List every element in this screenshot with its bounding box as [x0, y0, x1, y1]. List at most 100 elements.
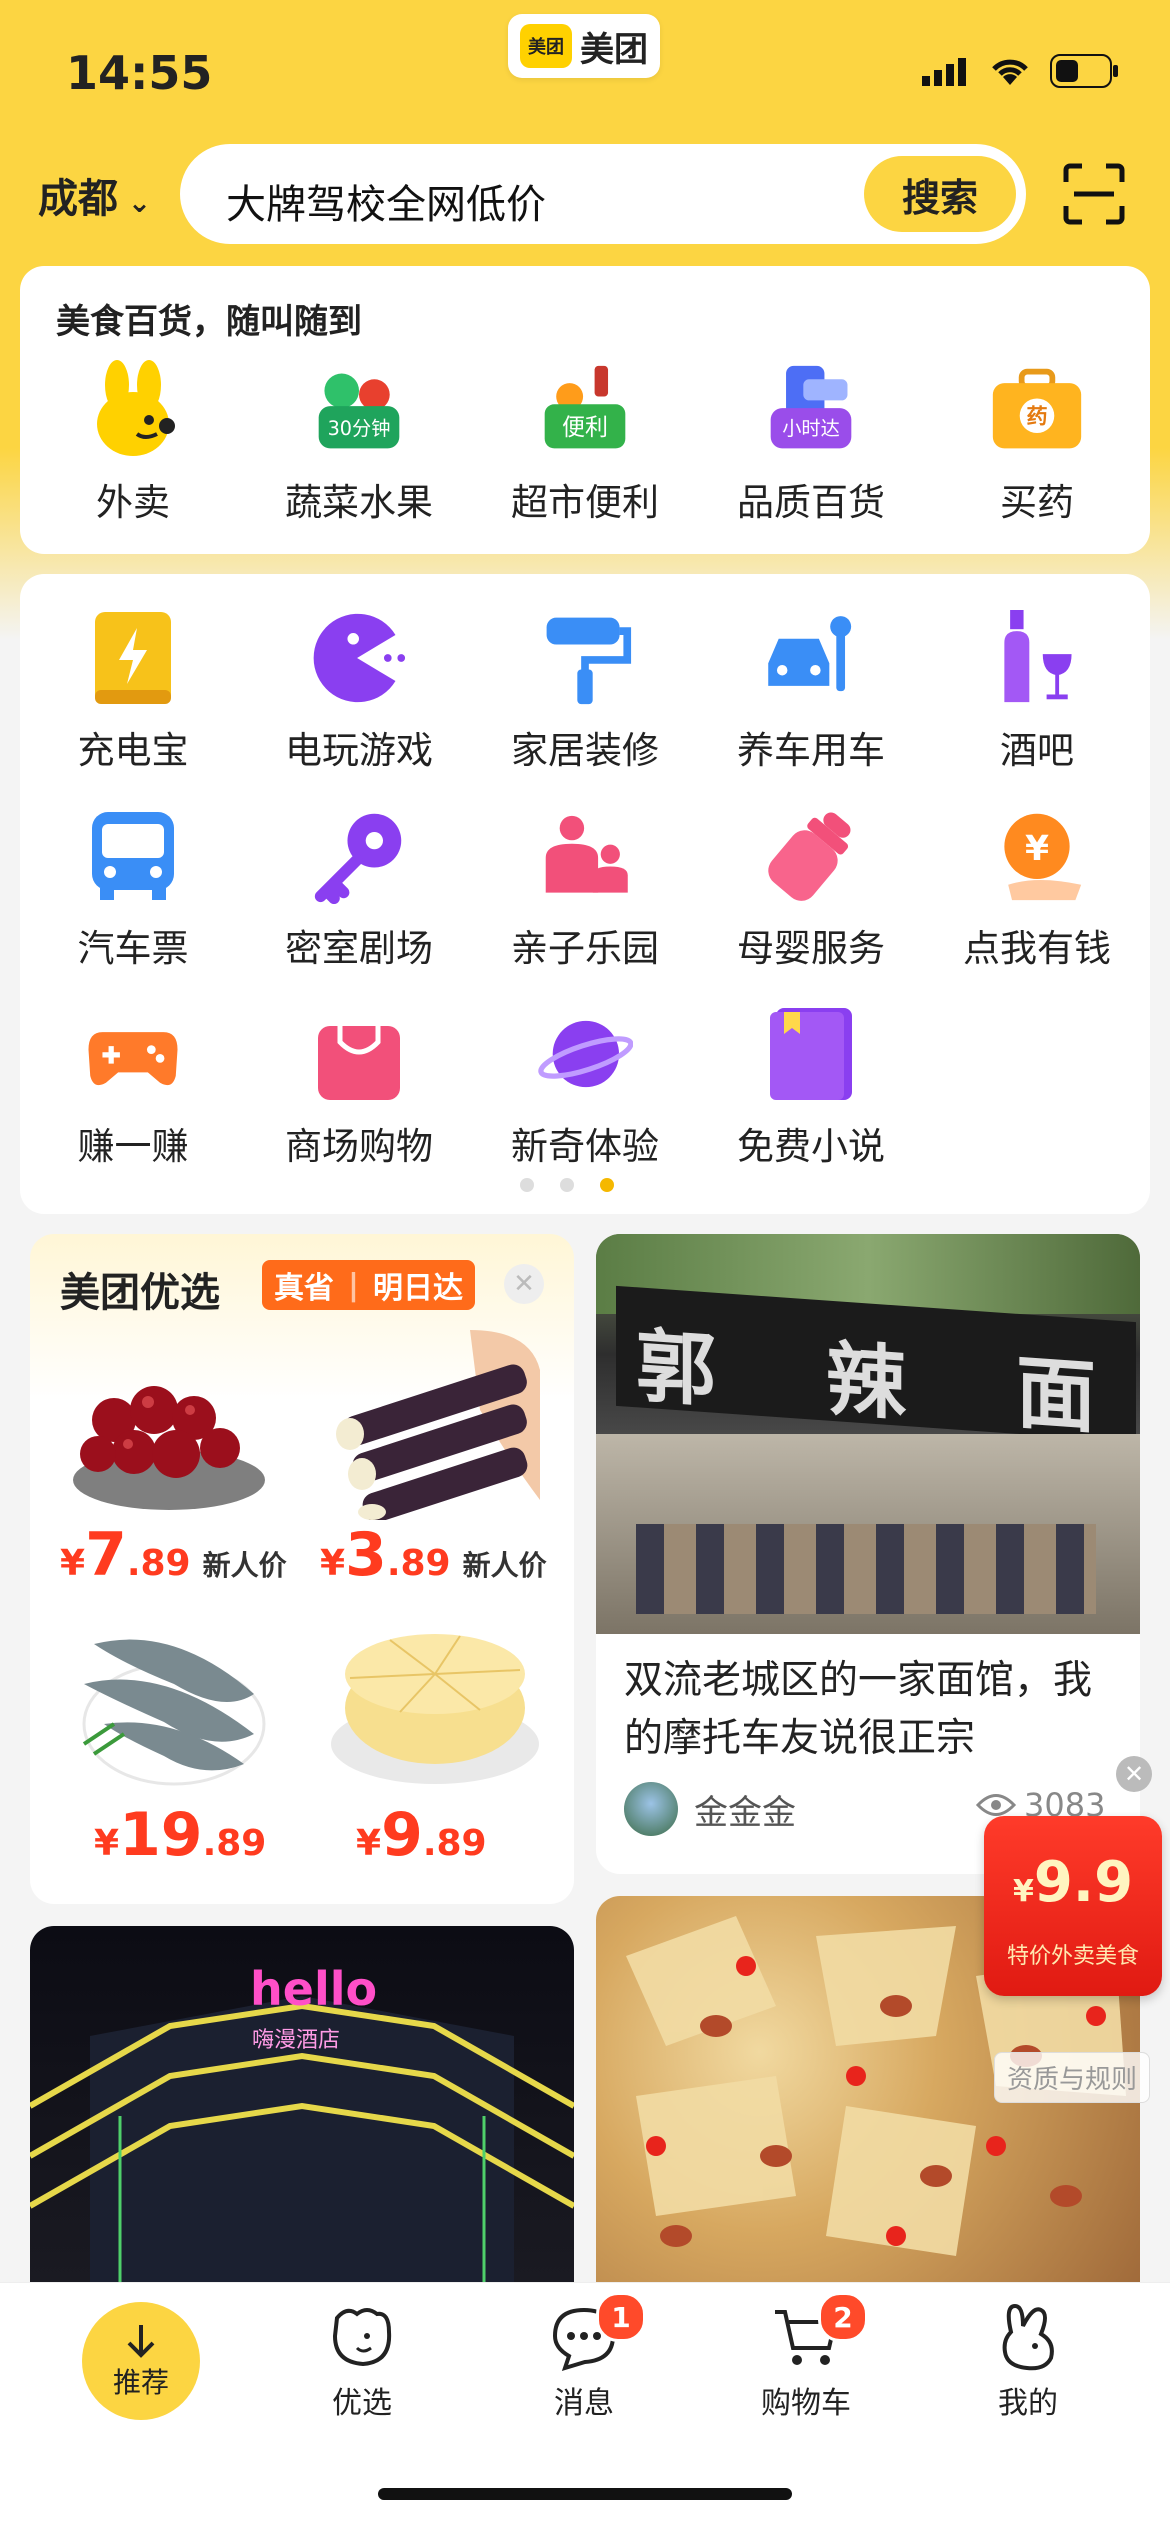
service-earn[interactable]: 赚一赚 — [20, 1004, 246, 1170]
department-store-icon: 小时达 — [770, 365, 852, 449]
service-label: 赚一赚 — [77, 1125, 189, 1168]
page-indicator — [520, 1178, 614, 1192]
service-bus-ticket[interactable]: 汽车票 — [20, 806, 246, 972]
close-icon[interactable]: ✕ — [504, 1264, 544, 1304]
youxuan-mascot-icon — [332, 2308, 392, 2367]
shopping-bag-icon — [318, 1026, 400, 1100]
youxuan-tags: 真省 | 明日达 — [262, 1260, 475, 1310]
post-card[interactable]: 郭 辣 面 双流老城区的一家面馆，我的摩托车友说很正宗 金金金 3083 — [596, 1234, 1140, 1874]
status-icons — [922, 54, 1120, 88]
pacman-icon — [313, 613, 406, 703]
post-title: 双流老城区的一家面馆，我的摩托车友说很正宗 — [624, 1658, 1093, 1761]
cart-badge: 2 — [818, 2292, 868, 2342]
product-shrimp-image — [82, 1639, 266, 1786]
svg-text:药: 药 — [1026, 403, 1047, 428]
tab-cart[interactable]: 购物车 — [706, 2302, 906, 2422]
tab-label: 优选 — [332, 2386, 392, 2421]
hotel-sign: hello — [250, 1962, 378, 2016]
avatar — [624, 1782, 678, 1836]
eye-icon — [976, 1794, 1016, 1816]
service-games[interactable]: 电玩游戏 — [246, 608, 472, 774]
tab-label: 我的 — [998, 2386, 1058, 2421]
status-time: 14:55 — [66, 46, 213, 100]
service-label: 酒吧 — [1000, 729, 1074, 772]
post-author[interactable]: 金金金 — [624, 1782, 796, 1836]
service-maternity[interactable]: 母婴服务 — [698, 806, 924, 972]
chevron-down-icon: ⌄ — [118, 186, 152, 219]
tag-next-day: 明日达 — [372, 1271, 463, 1306]
scan-icon[interactable] — [1062, 162, 1126, 226]
svg-text:¥: ¥ — [1025, 829, 1049, 869]
product-price: ¥7.89 新人价 — [60, 1520, 287, 1590]
rules-link[interactable]: 资质与规则 — [994, 2052, 1151, 2103]
brand-name: 美团 — [580, 29, 648, 70]
product-sugarcane-image — [336, 1330, 540, 1520]
service-bar[interactable]: 酒吧 — [924, 608, 1150, 774]
city-selector[interactable]: 成都 ⌄ — [38, 166, 151, 224]
service-label: 充电宝 — [77, 729, 189, 772]
book-icon — [770, 1008, 852, 1100]
youxuan-title: 美团优选 — [60, 1270, 220, 1316]
service-label: 电玩游戏 — [285, 729, 433, 772]
baby-bottle-icon — [768, 812, 851, 901]
product-cherries-image — [73, 1386, 265, 1510]
tab-label: 消息 — [554, 2386, 614, 2421]
services-card: 充电宝 电玩游戏 家居装修 养车用车 酒吧 汽车票 密室剧场 亲子乐园 母婴服务… — [20, 574, 1150, 1214]
tab-youxuan[interactable]: 优选 — [262, 2302, 462, 2422]
post-photo: 郭 辣 面 — [596, 1234, 1140, 1634]
service-label: 母婴服务 — [737, 927, 885, 970]
promo-close-icon[interactable]: ✕ — [1116, 1756, 1152, 1792]
quick-item-label: 品质百货 — [737, 481, 885, 524]
quick-item-vegetables[interactable]: 30分钟 蔬菜水果 — [246, 360, 472, 526]
search-bar[interactable]: 大牌驾校全网低价 搜索 — [180, 144, 1026, 244]
service-power-bank[interactable]: 充电宝 — [20, 608, 246, 774]
search-button[interactable]: 搜索 — [864, 156, 1016, 232]
brand-badge: 美团 美团 — [508, 14, 660, 78]
power-bank-icon — [95, 612, 171, 704]
car-wrench-icon — [768, 616, 852, 692]
tab-recommend[interactable]: 推荐 — [82, 2302, 200, 2420]
food-card-title: 美食百货，随叫随到 — [56, 302, 362, 342]
search-input[interactable]: 大牌驾校全网低价 — [226, 172, 546, 230]
service-earn-money[interactable]: ¥ 点我有钱 — [924, 806, 1150, 972]
service-label: 点我有钱 — [963, 927, 1111, 970]
gamepad-icon — [88, 1032, 178, 1086]
product-durian-cake-image — [331, 1634, 539, 1784]
svg-text:小时达: 小时达 — [782, 417, 840, 440]
service-novel-experience[interactable]: 新奇体验 — [472, 1004, 698, 1170]
service-escape-room[interactable]: 密室剧场 — [246, 806, 472, 972]
hotel-subsign: 嗨漫酒店 — [252, 2028, 341, 2053]
product-price: ¥9.89 — [356, 1800, 487, 1870]
tab-mine[interactable]: 我的 — [928, 2302, 1128, 2422]
supermarket-basket-icon: 便利 — [544, 365, 626, 449]
quick-item-waimai[interactable]: 外卖 — [20, 360, 246, 526]
service-free-novel[interactable]: 免费小说 — [698, 1004, 924, 1170]
service-label: 免费小说 — [737, 1125, 885, 1168]
bus-icon — [92, 812, 174, 900]
service-home-decor[interactable]: 家居装修 — [472, 608, 698, 774]
quick-item-department-store[interactable]: 小时达 品质百货 — [698, 360, 924, 526]
key-icon — [314, 813, 402, 904]
hotel-card[interactable]: hello 嗨漫酒店 — [30, 1926, 574, 2286]
quick-item-supermarket[interactable]: 便利 超市便利 — [472, 360, 698, 526]
quick-item-medicine[interactable]: 药 买药 — [924, 360, 1150, 526]
coin-hand-icon: ¥ — [1004, 813, 1082, 901]
arrow-down-icon — [127, 2325, 155, 2358]
paint-roller-icon — [546, 617, 632, 705]
wifi-icon — [992, 59, 1028, 85]
youxuan-card[interactable]: 美团优选 真省 | 明日达 ✕ ¥7.89 新人价 ¥3.89 新人价 ¥19.89 ¥… — [30, 1234, 574, 1904]
service-kids-park[interactable]: 亲子乐园 — [472, 806, 698, 972]
waimai-mascot-icon — [97, 360, 175, 456]
page-dot — [520, 1178, 534, 1192]
food-card: 美食百货，随叫随到 外卖 30分钟 蔬菜水果 便利 超市便利 小时达 品质百货 … — [20, 266, 1150, 554]
promo-red-packet[interactable]: ¥9.9 特价外卖美食 — [984, 1816, 1162, 1996]
medicine-box-icon: 药 — [992, 368, 1082, 449]
service-label: 亲子乐园 — [511, 927, 659, 970]
service-mall[interactable]: 商场购物 — [246, 1004, 472, 1170]
page-dot-active — [600, 1178, 614, 1192]
tag-save: 真省 — [274, 1271, 334, 1306]
service-car-care[interactable]: 养车用车 — [698, 608, 924, 774]
quick-item-label: 蔬菜水果 — [285, 481, 433, 524]
wine-icon — [1004, 610, 1072, 703]
tab-messages[interactable]: 消息 — [484, 2302, 684, 2422]
